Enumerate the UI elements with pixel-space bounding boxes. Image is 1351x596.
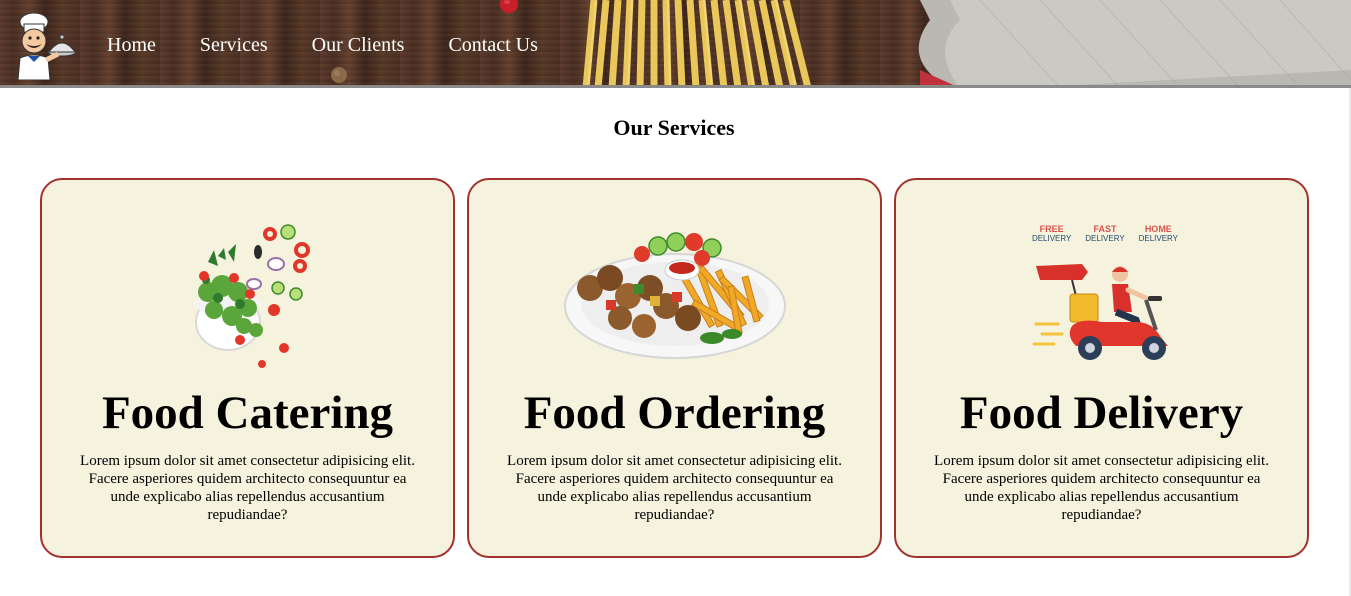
main-nav: Home Services Our Clients Contact Us (107, 33, 582, 57)
nav-services-link[interactable]: Services (200, 33, 268, 57)
delivery-badges: FREE DELIVERY FAST DELIVERY HOME DELIVER… (1030, 224, 1180, 250)
card-description: Lorem ipsum dolor sit amet consectetur a… (507, 453, 842, 523)
scooter-delivery-image (1032, 264, 1168, 360)
card-title: Food Catering (101, 387, 394, 439)
pasta-image (582, 0, 812, 88)
card-title: Food Ordering (523, 387, 826, 439)
service-card-ordering: Food Ordering Lorem ipsum dolor sit amet… (467, 178, 882, 558)
salad-image (193, 224, 310, 368)
peppercorn-image (331, 67, 347, 83)
card-title: Food Delivery (959, 387, 1244, 439)
nav-home-link[interactable]: Home (107, 33, 156, 57)
badge-fast-delivery: FAST DELIVERY (1085, 224, 1125, 243)
service-card-delivery: FREE DELIVERY FAST DELIVERY HOME DELIVER… (894, 178, 1309, 558)
badge-free-delivery: FREE DELIVERY (1031, 224, 1072, 243)
nav-contact-link[interactable]: Contact Us (448, 33, 537, 57)
services-title: Our Services (613, 115, 735, 140)
tablecloth-image (918, 0, 1351, 88)
site-header: Home Services Our Clients Contact Us (0, 0, 1351, 88)
badge-home-delivery: HOME DELIVERY (1138, 224, 1179, 243)
card-description: Lorem ipsum dolor sit amet consectetur a… (934, 453, 1269, 523)
header-divider (0, 85, 1351, 88)
chef-logo[interactable] (6, 8, 78, 80)
card-description: Lorem ipsum dolor sit amet consectetur a… (80, 453, 415, 523)
tomato-image (500, 0, 518, 13)
nav-clients-link[interactable]: Our Clients (312, 33, 405, 57)
service-card-catering: Food Catering Lorem ipsum dolor sit amet… (40, 178, 455, 558)
kebab-plate-image (563, 232, 786, 359)
